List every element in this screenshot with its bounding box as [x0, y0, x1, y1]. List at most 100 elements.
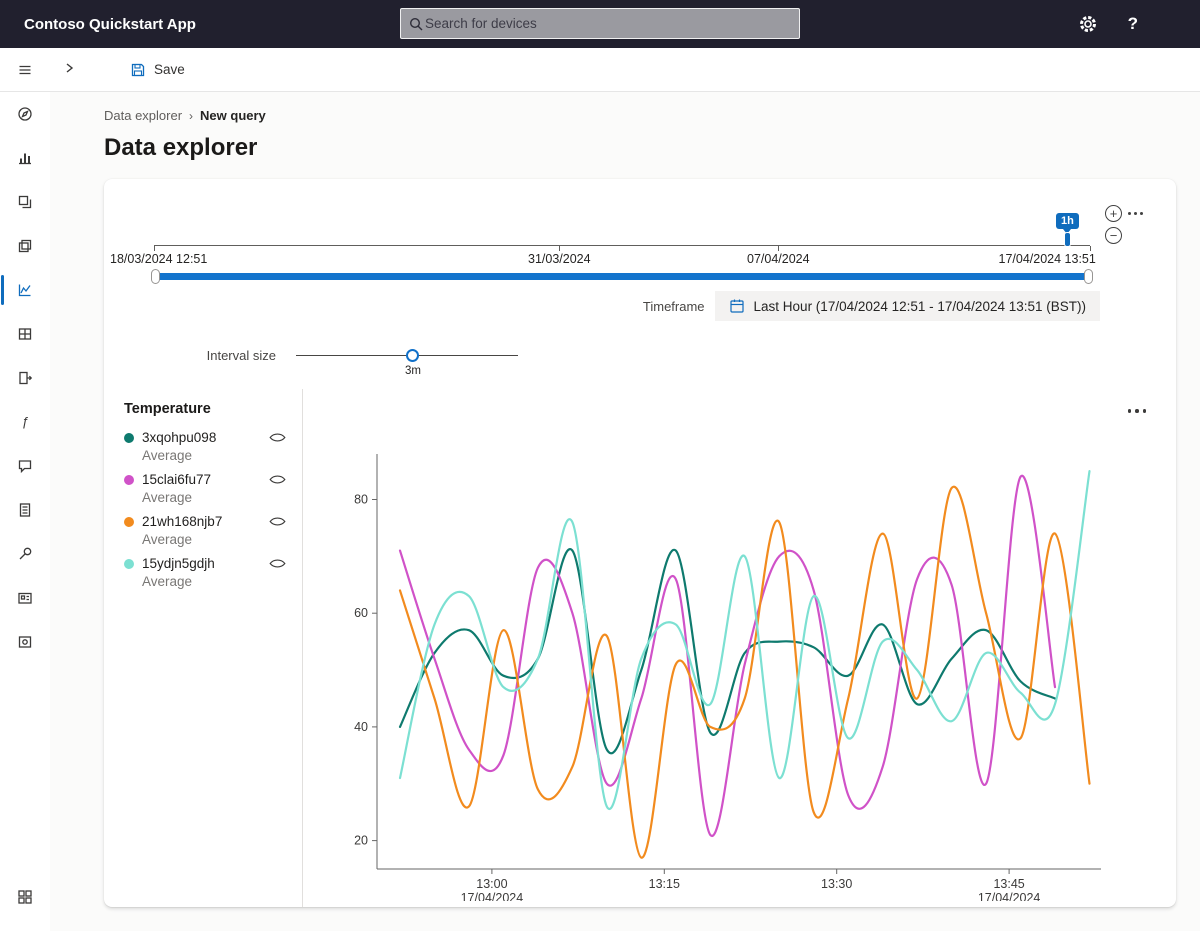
sidebar-item-audit-logs[interactable] — [0, 488, 50, 532]
export-arrow-icon — [19, 371, 33, 385]
timeline-handle-right[interactable] — [1084, 269, 1093, 284]
timeframe-value: Last Hour (17/04/2024 12:51 - 17/04/2024… — [753, 298, 1086, 314]
search-icon — [409, 17, 423, 30]
timeline-tick-label: 17/04/2024 13:51 — [998, 252, 1096, 266]
command-bar: Save — [50, 48, 1200, 92]
sidebar-item-device-templates[interactable] — [0, 180, 50, 224]
sidebar-item-data-explorer[interactable] — [0, 268, 50, 312]
sidebar-item-device-groups[interactable] — [0, 224, 50, 268]
sidebar-item-rules[interactable]: ƒ — [0, 400, 50, 444]
timeline-zoom-window-flag[interactable]: 1h — [1056, 213, 1079, 247]
calendar-icon — [729, 299, 744, 313]
panel-gear-icon — [18, 636, 32, 648]
device-search[interactable] — [400, 8, 800, 39]
sidebar-item-analytics[interactable] — [0, 136, 50, 180]
timeline-tick-label: 31/03/2024 — [528, 252, 591, 266]
visibility-toggle-button[interactable] — [267, 430, 288, 445]
visibility-toggle-button[interactable] — [267, 472, 288, 487]
visibility-toggle-button[interactable] — [267, 556, 288, 571]
svg-text:13:15: 13:15 — [649, 877, 680, 891]
svg-text:13:30: 13:30 — [821, 877, 852, 891]
interval-size-slider[interactable]: 3m — [296, 341, 518, 377]
document-icon — [19, 503, 31, 517]
timeline-more-options-button[interactable] — [1126, 211, 1144, 215]
sidebar-item-dashboard[interactable] — [0, 92, 50, 136]
breadcrumb: Data explorer › New query — [104, 108, 1176, 123]
interval-size-label: Interval size — [206, 348, 276, 363]
flag-handle[interactable] — [1063, 232, 1071, 247]
legend-item: 15clai6fu77 Average — [124, 472, 302, 505]
zoom-out-button[interactable]: − — [1105, 226, 1122, 244]
hamburger-menu-icon — [19, 65, 31, 74]
timeline-handle-left[interactable] — [151, 269, 160, 284]
sidebar-item-deployment-manifests[interactable] — [0, 444, 50, 488]
timeline-axis[interactable]: 18/03/2024 12:51 31/03/2024 07/04/2024 1… — [110, 245, 1096, 266]
sidebar-item-my-apps[interactable] — [0, 875, 50, 919]
series-color-dot — [124, 474, 134, 485]
timeline-tick-label: 18/03/2024 12:51 — [110, 252, 208, 266]
series-name: 21wh168njb7 — [142, 514, 223, 529]
timeline-range-bar[interactable] — [151, 269, 1093, 284]
interval-size-value: 3m — [405, 365, 421, 377]
menu-toggle-button[interactable] — [0, 62, 50, 78]
legend-item: 3xqohpu098 Average — [124, 430, 302, 463]
series-color-dot — [124, 516, 134, 527]
help-icon[interactable]: ? — [1128, 14, 1138, 34]
series-color-dot — [124, 558, 134, 569]
svg-text:60: 60 — [354, 606, 368, 620]
svg-text:13:00: 13:00 — [476, 877, 507, 891]
timeframe-label: Timeframe — [642, 298, 705, 314]
stacked-squares-icon — [18, 239, 32, 253]
series-name: 15ydjn5gdjh — [142, 556, 215, 571]
svg-text:ƒ: ƒ — [21, 414, 28, 429]
save-floppy-icon — [131, 63, 145, 76]
sidebar-item-customization[interactable] — [0, 620, 50, 664]
svg-text:17/04/2024: 17/04/2024 — [461, 891, 524, 901]
compass-icon — [18, 107, 32, 121]
bar-chart-icon — [19, 153, 31, 165]
wrench-icon — [19, 547, 32, 560]
search-input[interactable] — [423, 15, 791, 32]
left-nav: ƒ — [0, 48, 50, 931]
query-card: + − 18/03/2024 12:51 31/03/2024 07/04/20… — [104, 179, 1176, 907]
series-name: 3xqohpu098 — [142, 430, 217, 445]
function-icon: ƒ — [21, 414, 28, 429]
speech-bubble-icon — [18, 460, 32, 474]
series-aggregation: Average — [142, 490, 193, 505]
app-grid-icon — [18, 890, 32, 904]
layers-icon — [18, 195, 32, 209]
series-aggregation: Average — [142, 574, 193, 589]
sidebar-expand-button[interactable] — [56, 55, 82, 84]
legend-title: Temperature — [124, 401, 211, 417]
breadcrumb-current: New query — [200, 108, 266, 123]
temperature-line-chart[interactable]: 2040608013:0017/04/202413:15 13:30 13:4517… — [319, 431, 1159, 901]
eye-icon — [269, 433, 286, 442]
series-aggregation: Average — [142, 448, 193, 463]
series-aggregation: Average — [142, 532, 193, 547]
app-title: Contoso Quickstart App — [24, 15, 196, 33]
sidebar-item-data-export[interactable] — [0, 356, 50, 400]
svg-text:40: 40 — [354, 720, 368, 734]
slider-thumb[interactable] — [406, 349, 419, 362]
breadcrumb-root[interactable]: Data explorer — [104, 108, 182, 123]
line-chart-icon — [18, 284, 31, 297]
timeframe-button[interactable]: Last Hour (17/04/2024 12:51 - 17/04/2024… — [714, 291, 1100, 321]
timeline-tick-label: 07/04/2024 — [747, 252, 810, 266]
chevron-right-icon — [66, 63, 74, 73]
sidebar-item-application[interactable] — [0, 576, 50, 620]
chart-more-options-button[interactable] — [1126, 409, 1149, 413]
settings-gear-icon[interactable] — [1078, 14, 1098, 34]
sidebar-item-jobs[interactable] — [0, 312, 50, 356]
save-button[interactable]: Save — [124, 61, 191, 79]
eye-icon — [269, 475, 286, 484]
series-color-dot — [124, 432, 134, 443]
series-name: 15clai6fu77 — [142, 472, 212, 487]
legend-item: 21wh168njb7 Average — [124, 514, 302, 547]
chart-legend: Temperature 3xqohpu098 Average 15clai6fu… — [104, 389, 303, 907]
timeline-zoom-controls: + − — [1105, 203, 1146, 245]
zoom-in-button[interactable]: + — [1105, 204, 1122, 222]
chart-panel: 20 40 60 80 13:00 17/04/2024 13:15 13:30 13:45 17… — [303, 389, 1176, 907]
eye-icon — [269, 559, 286, 568]
visibility-toggle-button[interactable] — [267, 514, 288, 529]
sidebar-item-permissions[interactable] — [0, 532, 50, 576]
